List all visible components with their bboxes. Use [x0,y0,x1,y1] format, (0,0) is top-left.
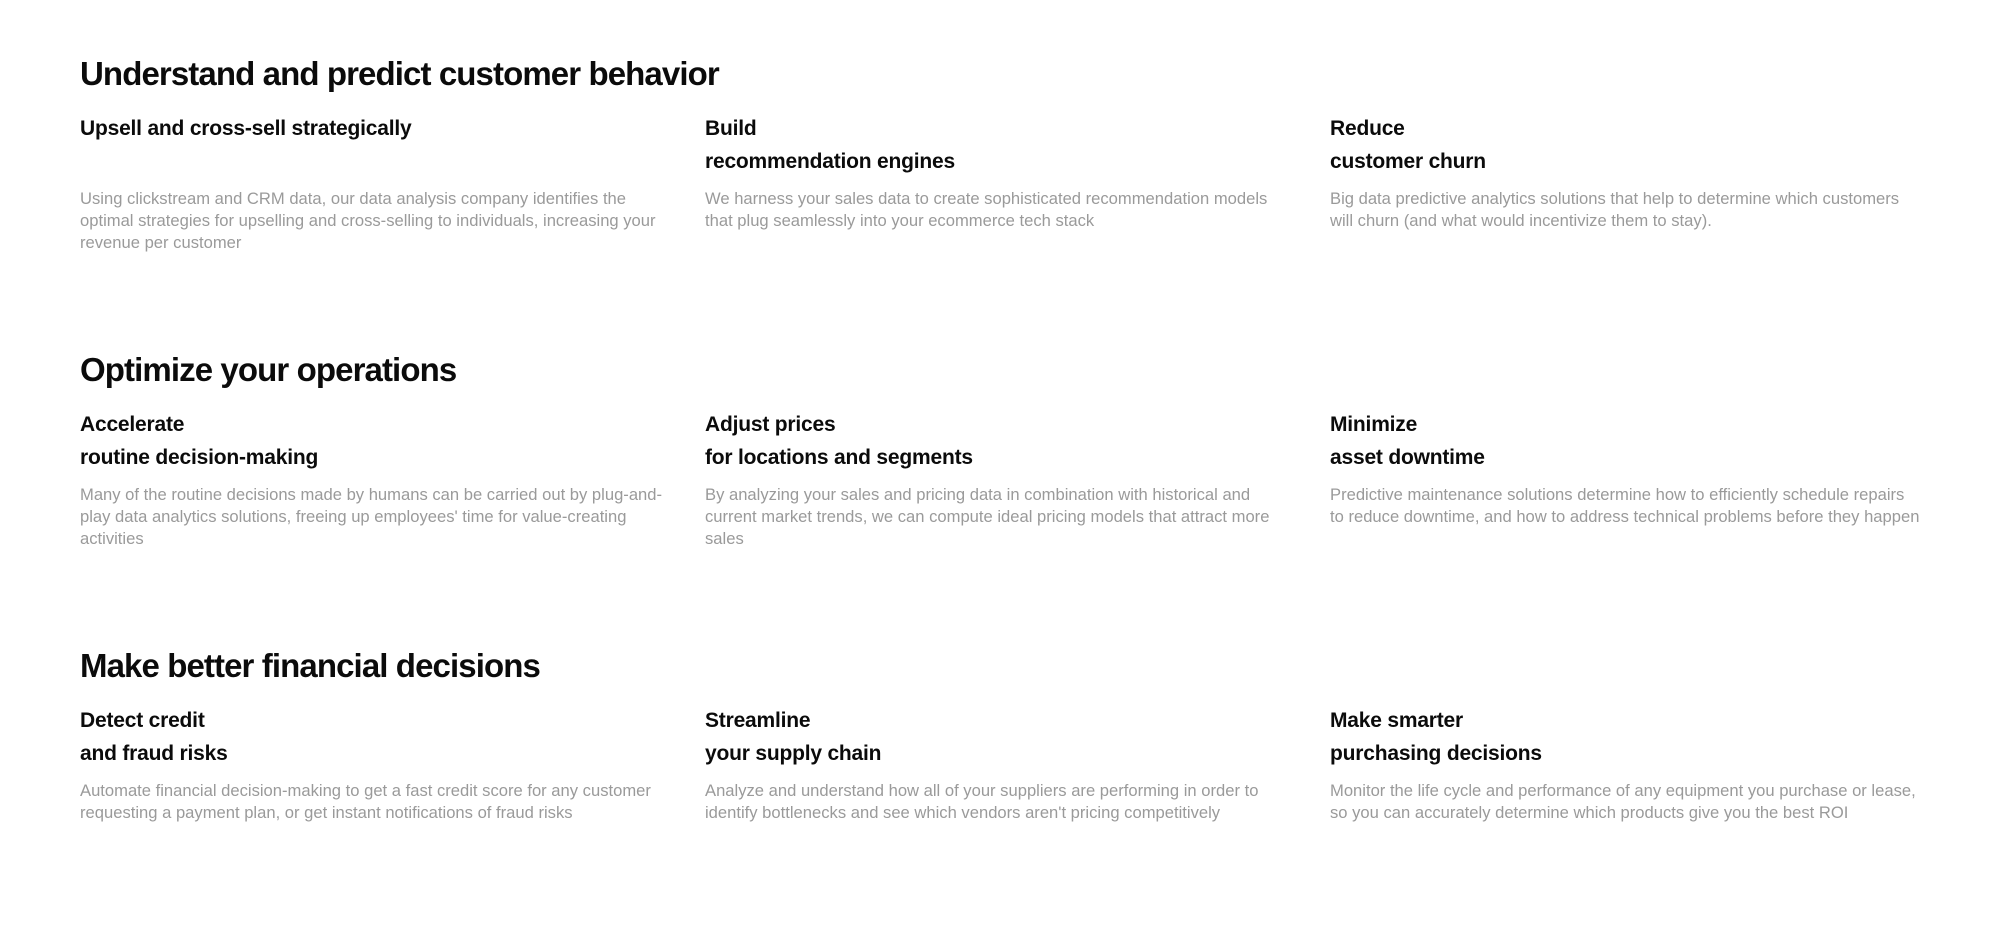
card-description: We harness your sales data to create sop… [705,189,1268,230]
card-title: Accelerate routine decision-making [80,408,670,474]
card-title-line1: Upsell and cross-sell strategically [80,117,412,140]
card-title-line2: for locations and segments [705,446,973,469]
card-purchasing-decisions: Make smarter purchasing decisions Monito… [1330,704,1920,824]
card-grid: Accelerate routine decision-making Many … [80,408,1920,550]
card-title-line2: purchasing decisions [1330,742,1542,765]
section-financial-decisions: Make better financial decisions Detect c… [80,644,1920,824]
card-title-line2: asset downtime [1330,446,1485,469]
card-title-line1: Streamline [705,709,811,732]
section-customer-behavior: Understand and predict customer behavior… [80,52,1920,254]
card-routine-decisions: Accelerate routine decision-making Many … [80,408,670,550]
card-title-line1: Minimize [1330,413,1418,436]
card-title-line2: routine decision-making [80,446,319,469]
card-title-line1: Build [705,117,757,140]
card-title-line1: Detect credit [80,709,205,732]
section-title: Make better financial decisions [80,647,541,684]
card-description: Automate financial decision-making to ge… [80,781,651,822]
card-reduce-churn: Reduce customer churn Big data predictiv… [1330,112,1920,254]
card-title-line2: recommendation engines [705,150,955,173]
section-title: Understand and predict customer behavior [80,55,720,92]
card-title-line1: Adjust prices [705,413,836,436]
card-title-line2: and fraud risks [80,742,228,765]
page: Understand and predict customer behavior… [0,0,2000,940]
card-title: Streamline your supply chain [705,704,1295,770]
card-supply-chain: Streamline your supply chain Analyze and… [705,704,1295,824]
card-asset-downtime: Minimize asset downtime Predictive maint… [1330,408,1920,550]
card-description: Analyze and understand how all of your s… [705,781,1259,822]
card-title-line2: customer churn [1330,150,1486,173]
card-title-line1: Make smarter [1330,709,1464,732]
section-title: Optimize your operations [80,351,457,388]
card-description: Using clickstream and CRM data, our data… [80,189,656,252]
card-description: Monitor the life cycle and performance o… [1330,781,1916,822]
card-credit-fraud: Detect credit and fraud risks Automate f… [80,704,670,824]
card-title: Minimize asset downtime [1330,408,1920,474]
card-title-line2: your supply chain [705,742,882,765]
card-description: Many of the routine decisions made by hu… [80,485,663,548]
card-description: By analyzing your sales and pricing data… [705,485,1270,548]
card-title-line1: Accelerate [80,413,185,436]
card-title-line1: Reduce [1330,117,1405,140]
card-title: Make smarter purchasing decisions [1330,704,1920,770]
card-upsell-cross-sell: Upsell and cross-sell strategically Usin… [80,112,670,254]
card-title: Build recommendation engines [705,112,1295,178]
card-grid: Upsell and cross-sell strategically Usin… [80,112,1920,254]
card-title: Detect credit and fraud risks [80,704,670,770]
card-description: Predictive maintenance solutions determi… [1330,485,1920,526]
card-title: Upsell and cross-sell strategically [80,112,670,178]
section-operations: Optimize your operations Accelerate rout… [80,348,1920,550]
card-recommendation-engines: Build recommendation engines We harness … [705,112,1295,254]
card-title: Reduce customer churn [1330,112,1920,178]
card-grid: Detect credit and fraud risks Automate f… [80,704,1920,824]
card-title: Adjust prices for locations and segments [705,408,1295,474]
card-adjust-prices: Adjust prices for locations and segments… [705,408,1295,550]
card-description: Big data predictive analytics solutions … [1330,189,1900,230]
